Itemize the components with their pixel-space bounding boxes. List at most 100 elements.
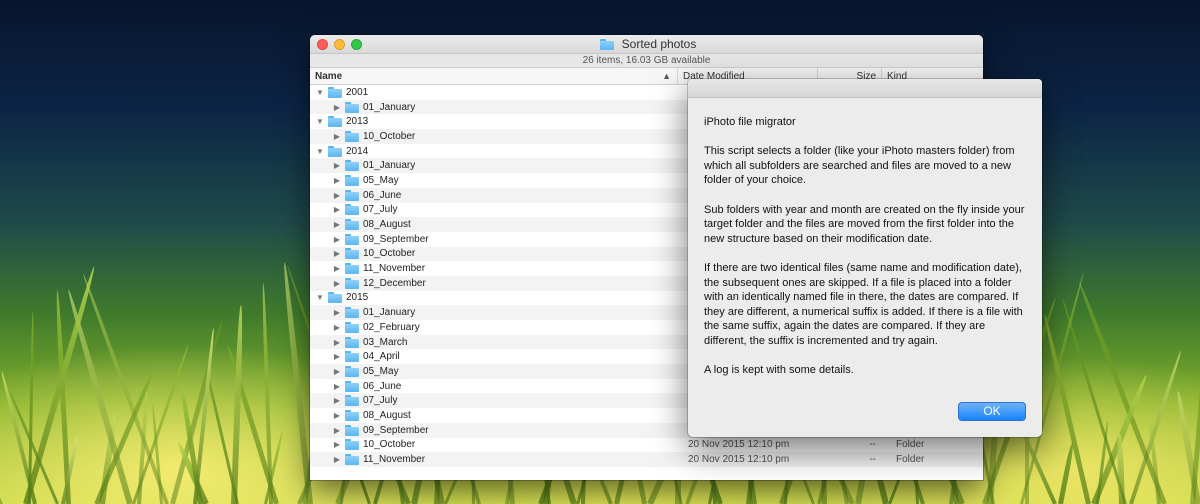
table-row[interactable]: ▶ 11_November 20 Nov 2015 12:10 pm -- Folder: [310, 452, 983, 467]
disclosure-closed-icon[interactable]: ▶: [332, 396, 342, 405]
disclosure-closed-icon[interactable]: ▶: [332, 382, 342, 391]
row-name: 10_October: [363, 248, 416, 260]
folder-icon: [345, 174, 359, 186]
disclosure-closed-icon[interactable]: ▶: [332, 308, 342, 317]
folder-icon: [345, 277, 359, 289]
row-name: 10_October: [363, 439, 416, 451]
row-kind: Folder: [896, 439, 925, 451]
grass-blade: [1058, 442, 1075, 504]
row-size: --: [869, 454, 876, 466]
row-name-cell: ▶ 07_July: [310, 204, 678, 216]
row-name: 12_December: [363, 277, 426, 289]
row-name-cell: ▶ 03_March: [310, 336, 678, 348]
folder-icon: [345, 365, 359, 377]
disclosure-closed-icon[interactable]: ▶: [332, 205, 342, 214]
disclosure-closed-icon[interactable]: ▶: [332, 352, 342, 361]
folder-icon: [328, 116, 342, 128]
folder-icon: [599, 38, 614, 50]
disclosure-closed-icon[interactable]: ▶: [332, 191, 342, 200]
row-name: 04_April: [363, 351, 400, 363]
disclosure-closed-icon[interactable]: ▶: [332, 161, 342, 170]
window-title: Sorted photos: [597, 37, 697, 51]
disclosure-closed-icon[interactable]: ▶: [332, 367, 342, 376]
grass-blade: [1190, 334, 1200, 504]
folder-icon: [345, 336, 359, 348]
disclosure-open-icon[interactable]: ▼: [315, 147, 325, 156]
disclosure-closed-icon[interactable]: ▶: [332, 440, 342, 449]
dialog-body: iPhoto file migrator This script selects…: [688, 98, 1042, 378]
row-name-cell: ▶ 01_January: [310, 160, 678, 172]
dialog-paragraph: If there are two identical files (same n…: [704, 261, 1023, 347]
row-name-cell: ▶ 12_December: [310, 277, 678, 289]
disclosure-open-icon[interactable]: ▼: [315, 293, 325, 302]
disclosure-closed-icon[interactable]: ▶: [332, 176, 342, 185]
disclosure-closed-icon[interactable]: ▶: [332, 264, 342, 273]
folder-icon: [345, 409, 359, 421]
row-size: --: [869, 439, 876, 451]
disclosure-closed-icon[interactable]: ▶: [332, 455, 342, 464]
row-name-cell: ▶ 08_August: [310, 219, 678, 231]
row-date: 20 Nov 2015 12:10 pm: [688, 454, 790, 466]
row-name-cell: ▶ 10_October: [310, 248, 678, 260]
row-name: 02_February: [363, 321, 420, 333]
ok-button[interactable]: OK: [958, 402, 1026, 421]
sort-ascending-icon: ▲: [662, 70, 671, 81]
table-row[interactable]: ▶ 10_October 20 Nov 2015 12:10 pm -- Folder: [310, 438, 983, 453]
folder-icon: [345, 424, 359, 436]
disclosure-closed-icon[interactable]: ▶: [332, 279, 342, 288]
disclosure-closed-icon[interactable]: ▶: [332, 411, 342, 420]
grass-blade: [23, 265, 97, 504]
row-name-cell: ▶ 06_June: [310, 380, 678, 392]
disclosure-closed-icon[interactable]: ▶: [332, 220, 342, 229]
row-name: 06_June: [363, 189, 402, 201]
row-name: 08_August: [363, 409, 411, 421]
row-name: 07_July: [363, 204, 398, 216]
info-dialog: iPhoto file migrator This script selects…: [688, 79, 1042, 437]
row-name-cell: ▶ 05_May: [310, 174, 678, 186]
row-name-cell: ▶ 11_November: [310, 263, 678, 275]
disclosure-closed-icon[interactable]: ▶: [332, 235, 342, 244]
dialog-paragraph: This script selects a folder (like your …: [704, 145, 1015, 187]
folder-icon: [345, 454, 359, 466]
row-name: 05_May: [363, 365, 399, 377]
row-name-cell: ▶ 01_January: [310, 307, 678, 319]
folder-icon: [345, 160, 359, 172]
row-name-cell: ▶ 09_September: [310, 233, 678, 245]
disclosure-closed-icon[interactable]: ▶: [332, 249, 342, 258]
close-button[interactable]: [317, 39, 328, 50]
dialog-titlebar[interactable]: [688, 79, 1042, 98]
zoom-button[interactable]: [351, 39, 362, 50]
dialog-paragraph: Sub folders with year and month are crea…: [704, 203, 1025, 245]
row-name: 09_September: [363, 424, 429, 436]
row-name: 2014: [346, 145, 369, 157]
row-name: 2013: [346, 116, 369, 128]
row-name-cell: ▼ 2015: [310, 292, 678, 304]
folder-icon: [345, 263, 359, 275]
disclosure-closed-icon[interactable]: ▶: [332, 323, 342, 332]
folder-icon: [345, 219, 359, 231]
window-title-text: Sorted photos: [621, 37, 697, 51]
disclosure-closed-icon[interactable]: ▶: [332, 426, 342, 435]
finder-titlebar[interactable]: Sorted photos: [310, 35, 983, 54]
row-name: 2001: [346, 86, 369, 98]
row-name: 06_June: [363, 380, 402, 392]
row-name: 11_November: [363, 454, 426, 466]
minimize-button[interactable]: [334, 39, 345, 50]
disclosure-closed-icon[interactable]: ▶: [332, 103, 342, 112]
disclosure-open-icon[interactable]: ▼: [315, 88, 325, 97]
row-name-cell: ▶ 06_June: [310, 189, 678, 201]
folder-icon: [345, 130, 359, 142]
folder-icon: [345, 439, 359, 451]
dialog-paragraph: A log is kept with some details.: [704, 364, 854, 377]
disclosure-open-icon[interactable]: ▼: [315, 117, 325, 126]
column-name[interactable]: Name ▲: [310, 67, 678, 85]
folder-icon: [345, 204, 359, 216]
disclosure-closed-icon[interactable]: ▶: [332, 338, 342, 347]
row-name-cell: ▶ 10_October: [310, 439, 678, 451]
row-name: 08_August: [363, 219, 411, 231]
row-name-cell: ▼ 2013: [310, 116, 678, 128]
row-name: 01_January: [363, 307, 416, 319]
disclosure-closed-icon[interactable]: ▶: [332, 132, 342, 141]
row-date: 20 Nov 2015 12:10 pm: [688, 439, 790, 451]
folder-icon: [328, 292, 342, 304]
